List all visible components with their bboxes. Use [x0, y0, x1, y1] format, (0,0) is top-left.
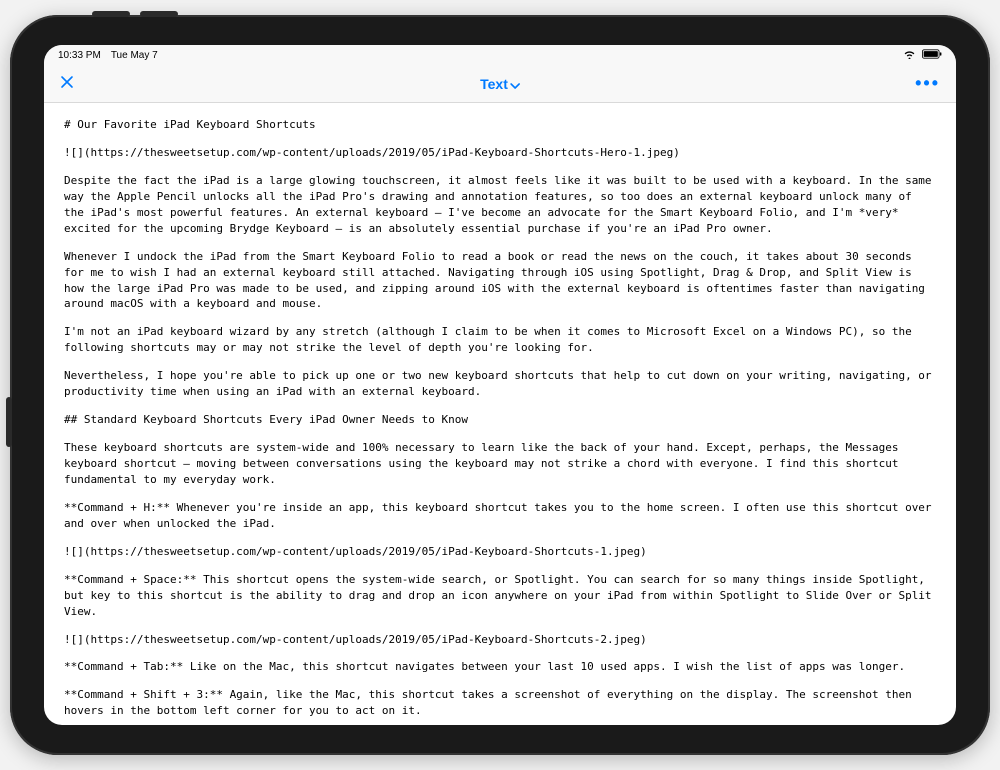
document-line[interactable]: **Command + Shift + 3:** Again, like the… — [64, 687, 936, 719]
document-line[interactable]: # Our Favorite iPad Keyboard Shortcuts — [64, 117, 936, 133]
document-line[interactable]: **Command + Space:** This shortcut opens… — [64, 572, 936, 620]
status-date: Tue May 7 — [111, 50, 158, 61]
document-line[interactable]: ## Standard Keyboard Shortcuts Every iPa… — [64, 412, 936, 428]
document-line[interactable]: Whenever I undock the iPad from the Smar… — [64, 249, 936, 313]
document-line[interactable]: ![](https://thesweetsetup.com/wp-content… — [64, 544, 936, 560]
close-icon — [60, 75, 74, 89]
ipad-device-frame: 10:33 PM Tue May 7 Text — [10, 15, 990, 755]
document-mode-selector[interactable]: Text — [480, 76, 520, 92]
navigation-bar: Text ••• — [44, 65, 956, 103]
status-time: 10:33 PM — [58, 50, 101, 61]
more-actions-button[interactable]: ••• — [915, 73, 940, 94]
document-line[interactable]: ![](https://thesweetsetup.com/wp-content… — [64, 632, 936, 648]
document-line[interactable]: These keyboard shortcuts are system-wide… — [64, 440, 936, 488]
wifi-icon — [903, 49, 916, 62]
document-text-area[interactable]: # Our Favorite iPad Keyboard Shortcuts ![… — [44, 103, 956, 725]
status-bar: 10:33 PM Tue May 7 — [44, 45, 956, 65]
screen: 10:33 PM Tue May 7 Text — [44, 45, 956, 725]
volume-up-button — [92, 11, 130, 17]
document-mode-label: Text — [480, 76, 508, 92]
volume-down-button — [140, 11, 178, 17]
power-button — [6, 397, 12, 447]
document-line[interactable]: I'm not an iPad keyboard wizard by any s… — [64, 324, 936, 356]
document-line[interactable]: Despite the fact the iPad is a large glo… — [64, 173, 936, 237]
chevron-down-icon — [510, 76, 520, 92]
battery-icon — [922, 49, 942, 62]
document-line[interactable]: **Command + H:** Whenever you're inside … — [64, 500, 936, 532]
document-line[interactable]: **Command + Tab:** Like on the Mac, this… — [64, 659, 936, 675]
document-line[interactable]: Nevertheless, I hope you're able to pick… — [64, 368, 936, 400]
close-button[interactable] — [60, 73, 74, 94]
document-line[interactable]: ![](https://thesweetsetup.com/wp-content… — [64, 145, 936, 161]
